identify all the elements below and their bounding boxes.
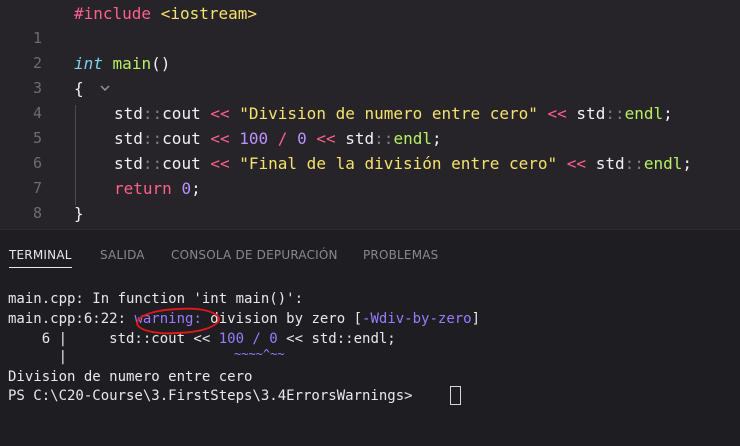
stream-op: <<: [547, 104, 567, 123]
terminal-cursor: [450, 386, 461, 405]
stream-op: <<: [210, 129, 230, 148]
number-literal: 100: [239, 129, 269, 148]
terminal-prompt[interactable]: PS C:\C20-Course\3.FirstSteps\3.4ErrorsW…: [8, 387, 421, 407]
source-excerpt-tail: << std::endl;: [277, 331, 396, 347]
include-header: <iostream>: [160, 4, 258, 23]
scope-sep: ::: [624, 154, 644, 173]
stream-op: <<: [566, 154, 587, 173]
code-line-4: 4 {: [0, 76, 740, 122]
terminal-line: main.cpp:6:22: warning: division by zero…: [8, 310, 480, 330]
panel-tabs: TERMINAL SALIDA CONSOLA DE DEPURACIÓN PR…: [0, 230, 740, 270]
return-keyword: return: [114, 179, 172, 198]
tab-problemas[interactable]: PROBLEMAS: [363, 248, 439, 262]
stream-op: <<: [210, 104, 230, 123]
endl: endl: [624, 104, 664, 123]
terminal-line: Division de numero entre cero: [8, 369, 253, 385]
std-ns: std: [114, 104, 143, 123]
scope-sep: ::: [142, 129, 163, 148]
terminal-output[interactable]: main.cpp: In function 'int main()': main…: [0, 290, 740, 446]
warning-location: main.cpp:6:22:: [8, 311, 135, 327]
close-brace: }: [74, 204, 84, 223]
scope-sep: ::: [142, 104, 163, 123]
code-line-5: 5 std::cout << "Division de numero entre…: [0, 101, 740, 147]
cout: cout: [162, 129, 201, 148]
open-brace: {: [74, 79, 84, 98]
return-type: int: [74, 54, 103, 73]
semicolon: ;: [663, 104, 673, 123]
number-literal: 0: [297, 129, 307, 148]
code-line-6: 6 std::cout << 100 / 0 << std::endl;: [0, 126, 740, 172]
cout: cout: [162, 154, 201, 173]
code-line-3: 3 int main(): [0, 51, 740, 97]
code-line-8: 8 return 0;: [0, 176, 740, 222]
terminal-line: 6 | std::cout << 100 / 0 << std::endl;: [8, 330, 396, 350]
endl: endl: [393, 129, 432, 148]
include-directive: #include: [74, 4, 152, 23]
stream-op: <<: [210, 154, 230, 173]
std-ns: std: [114, 154, 143, 173]
bottom-panel: TERMINAL SALIDA CONSOLA DE DEPURACIÓN PR…: [0, 229, 740, 415]
scope-sep: ::: [142, 154, 163, 173]
number-literal: 0: [181, 179, 192, 198]
terminal-line: | ~~~~^~~: [8, 347, 285, 368]
std-ns: std: [114, 129, 143, 148]
code-line-7: 7 std::cout << "Final de la división ent…: [0, 151, 740, 197]
warning-flag: -Wdiv-by-zero: [362, 311, 472, 327]
warning-message: division by zero [: [201, 311, 363, 327]
string-literal: "Division de numero entre cero": [239, 104, 538, 123]
code-line-2: 2: [0, 26, 740, 72]
std-ns: std: [595, 154, 625, 173]
parens: (): [151, 54, 171, 73]
active-tab-indicator: [9, 267, 72, 268]
stream-op: <<: [316, 129, 336, 148]
std-ns: std: [345, 129, 375, 148]
bracket: ]: [471, 311, 481, 327]
endl: endl: [643, 154, 683, 173]
semicolon: ;: [431, 129, 442, 148]
gutter-bar: |: [8, 349, 68, 365]
squiggle-marker: ~~~~^~~: [234, 347, 285, 361]
code-line-9: 9 }: [0, 201, 740, 226]
string-literal: "Final de la división entre cero": [239, 154, 558, 173]
std-ns: std: [576, 104, 606, 123]
divide-op: /: [277, 129, 288, 148]
function-name: main: [112, 54, 152, 73]
scope-sep: ::: [605, 104, 625, 123]
cout: cout: [162, 104, 201, 123]
terminal-line: main.cpp: In function 'int main()':: [8, 291, 304, 307]
code-editor[interactable]: 1 #include <iostream> 2 3 int main() 4 {…: [0, 0, 740, 229]
tab-terminal[interactable]: TERMINAL: [9, 248, 72, 262]
semicolon: ;: [682, 154, 693, 173]
tab-consola-depuracion[interactable]: CONSOLA DE DEPURACIÓN: [171, 248, 338, 262]
code-line-1: 1 #include <iostream>: [0, 1, 740, 47]
semicolon: ;: [191, 179, 201, 198]
tab-salida[interactable]: SALIDA: [100, 248, 145, 262]
scope-sep: ::: [374, 129, 394, 148]
